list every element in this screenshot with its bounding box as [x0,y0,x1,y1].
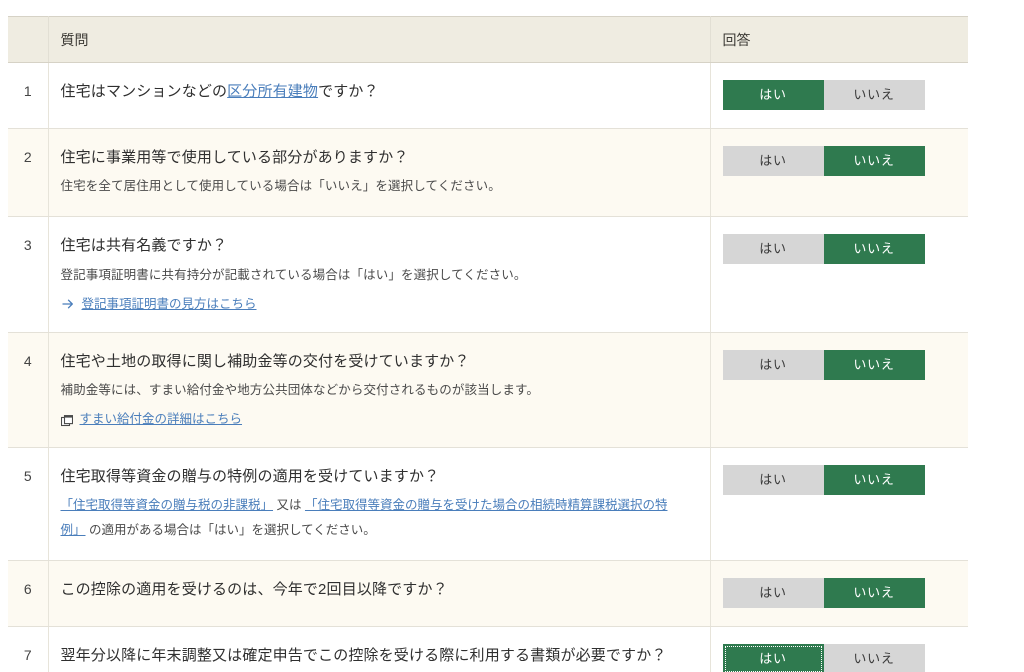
answer-yes-button[interactable]: はい [722,465,824,496]
table-row: 6 この控除の適用を受けるのは、今年で2回目以降ですか？ はい いいえ [8,560,968,628]
answer-no-button[interactable]: いいえ [823,146,925,176]
table-header-row: 質問 回答 [8,16,968,63]
question-inline-link[interactable]: 区分所有建物 [227,83,318,100]
table-row: 5 住宅取得等資金の贈与の特例の適用を受けていますか？ 「住宅取得等資金の贈与税の非… [8,447,968,562]
row-number: 1 [8,62,49,129]
question-answer-table: 質問 回答 1 住宅はマンションなどの区分所有建物ですか？ はい いいえ 2 住宅に事業用… [8,16,968,672]
row-number: 3 [8,216,49,333]
column-header-number [8,16,49,63]
external-window-icon [60,413,73,427]
table-header: 質問 回答 [8,16,968,63]
answer-no-button[interactable]: いいえ [823,80,925,110]
question-title: 住宅取得等資金の贈与の特例の適用を受けていますか？ [60,468,440,486]
answer-yes-button[interactable]: はい [722,644,824,672]
answer-no-button[interactable]: いいえ [823,578,925,609]
row-number: 2 [8,128,49,218]
question-cell: 翌年分以降に年末調整又は確定申告でこの控除を受ける際に利用する書類が必要ですか？… [48,626,711,672]
answer-yes-button[interactable]: はい [722,234,824,265]
question-cell: この控除の適用を受けるのは、今年で2回目以降ですか？ [48,560,711,628]
answer-yes-button[interactable]: はい [722,349,824,380]
answer-no-button[interactable]: いいえ [823,234,925,265]
question-detail-link[interactable]: 登記事項証明書の見方はこちら [82,294,257,314]
answer-yes-button[interactable]: はい [722,146,824,176]
question-link-line[interactable]: すまい給付金の詳細はこちら [60,409,694,429]
arrow-right-icon [61,297,75,311]
answer-yes-button[interactable]: はい [722,80,824,110]
table-row: 7 翌年分以降に年末調整又は確定申告でこの控除を受ける際に利用する書類が必要ですか… [8,626,968,672]
column-header-question: 質問 [48,16,711,63]
question-title-post: ですか？ [318,83,379,100]
question-detail-link[interactable]: すまい給付金の詳細はこちら [80,409,243,429]
answer-toggle[interactable]: はい いいえ [722,644,925,672]
question-note: 住宅を全て居住用として使用している場合は「いいえ」を選択してください。 [60,179,501,194]
answer-toggle[interactable]: はい いいえ [722,80,925,110]
table-row: 2 住宅に事業用等で使用している部分がありますか？ 住宅を全て居住用として使用してい… [8,128,968,218]
question-cell: 住宅は共有名義ですか？ 登記事項証明書に共有持分が記載されている場合は「はい」を選… [48,216,711,333]
question-cell: 住宅はマンションなどの区分所有建物ですか？ [48,62,711,129]
question-note: 補助金等には、すまい給付金や地方公共団体などから交付されるものが該当します。 [60,383,540,397]
answer-toggle[interactable]: はい いいえ [722,349,925,380]
answer-toggle[interactable]: はい いいえ [722,578,925,609]
answer-cell: はい いいえ [710,626,968,672]
question-note-mid: 又は [273,498,305,513]
page-root: 質問 回答 1 住宅はマンションなどの区分所有建物ですか？ はい いいえ 2 住宅に事業用… [0,0,1024,672]
question-cell: 住宅取得等資金の贈与の特例の適用を受けていますか？ 「住宅取得等資金の贈与税の非課… [48,447,711,562]
row-number: 7 [8,626,49,672]
answer-toggle[interactable]: はい いいえ [722,234,925,265]
answer-cell: はい いいえ [710,332,968,449]
column-header-answer: 回答 [710,16,968,63]
answer-no-button[interactable]: いいえ [823,349,925,380]
answer-no-button[interactable]: いいえ [823,465,925,496]
question-title: 住宅は共有名義ですか？ [60,237,228,255]
question-title: この控除の適用を受けるのは、今年で2回目以降ですか？ [60,581,448,599]
question-cell: 住宅や土地の取得に関し補助金等の交付を受けていますか？ 補助金等には、すまい給付金… [48,332,711,449]
question-title: 住宅に事業用等で使用している部分がありますか？ [60,149,409,166]
question-title: 住宅や土地の取得に関し補助金等の交付を受けていますか？ [60,352,470,370]
question-note: 「住宅取得等資金の贈与税の非課税」 又は 「住宅取得等資金の贈与を受けた場合の相… [61,493,694,542]
answer-no-button[interactable]: いいえ [823,644,925,672]
answer-cell: はい いいえ [710,216,968,333]
question-note: 登記事項証明書に共有持分が記載されている場合は「はい」を選択してください。 [60,267,527,282]
table-row: 1 住宅はマンションなどの区分所有建物ですか？ はい いいえ [8,62,968,129]
answer-toggle[interactable]: はい いいえ [722,465,925,496]
row-number: 4 [8,332,49,449]
answer-yes-button[interactable]: はい [722,578,824,609]
question-note-tail: の適用がある場合は「はい」を選択してください。 [85,522,376,537]
question-title-pre: 住宅はマンションなどの [60,83,228,100]
row-number: 5 [8,447,49,562]
answer-cell: はい いいえ [710,128,968,218]
question-link-line[interactable]: 登記事項証明書の見方はこちら [61,294,694,314]
row-number: 6 [8,560,49,628]
answer-cell: はい いいえ [710,62,968,129]
table-body: 1 住宅はマンションなどの区分所有建物ですか？ はい いいえ 2 住宅に事業用等で使用して… [8,62,968,672]
answer-cell: はい いいえ [710,560,968,628]
answer-toggle[interactable]: はい いいえ [722,146,925,176]
question-title: 住宅はマンションなどの区分所有建物ですか？ [61,80,694,103]
table-row: 3 住宅は共有名義ですか？ 登記事項証明書に共有持分が記載されている場合は「はい」を… [8,216,968,333]
table-row: 4 住宅や土地の取得に関し補助金等の交付を受けていますか？ 補助金等には、すまい給付… [8,332,968,449]
question-note-link-1[interactable]: 「住宅取得等資金の贈与税の非課税」 [61,498,274,512]
question-cell: 住宅に事業用等で使用している部分がありますか？ 住宅を全て居住用として使用している… [48,128,711,218]
question-title: 翌年分以降に年末調整又は確定申告でこの控除を受ける際に利用する書類が必要ですか？ [60,647,667,665]
answer-cell: はい いいえ [710,447,968,562]
